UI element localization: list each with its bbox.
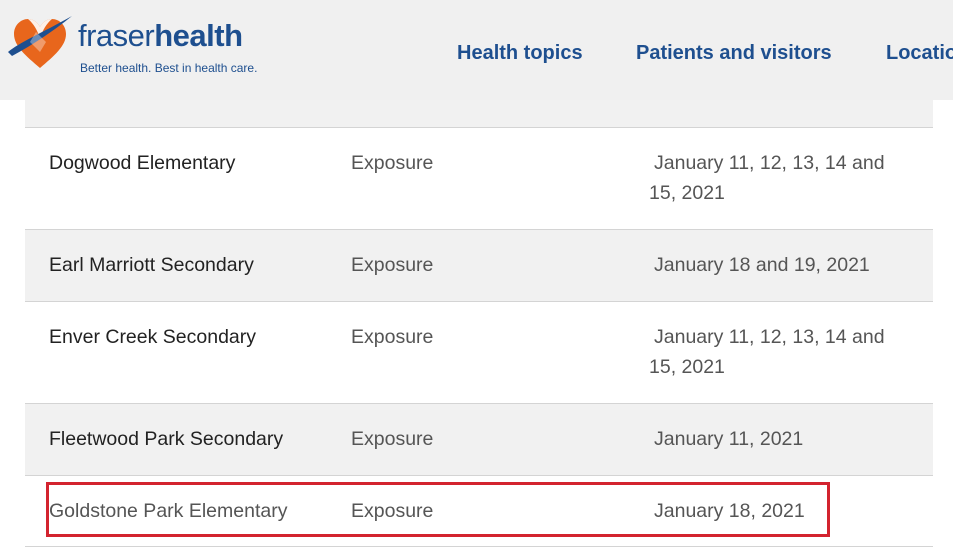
exposure-dates: January 11, 2021 — [654, 428, 804, 450]
notification-type: Exposure — [351, 152, 434, 174]
nav-locations[interactable]: Locatio — [886, 42, 953, 65]
table-row: Dogwood Elementary Exposure January 11, … — [25, 128, 933, 230]
notification-type: Exposure — [351, 254, 434, 276]
school-name: Dogwood Elementary — [49, 152, 236, 174]
table-row: Fleetwood Park Secondary Exposure Januar… — [25, 404, 933, 476]
school-name: Earl Marriott Secondary — [49, 254, 254, 276]
table-row: Earl Marriott Secondary Exposure January… — [25, 230, 933, 302]
main-nav: Health topics Patients and visitors Loca… — [0, 42, 953, 68]
exposure-dates: January 18, 2021 — [654, 500, 805, 522]
exposure-dates: January 18 and 19, 2021 — [654, 254, 870, 276]
notification-type: Exposure — [351, 428, 434, 450]
nav-health-topics[interactable]: Health topics — [457, 42, 583, 65]
nav-patients-and-visitors[interactable]: Patients and visitors — [636, 42, 832, 65]
page: Dogwood Elementary Exposure January 11, … — [0, 0, 953, 547]
school-name: Goldstone Park Elementary — [49, 500, 288, 522]
exposure-dates: January 11, 12, 13, 14 and 15, 2021 — [649, 152, 885, 204]
table-row-highlighted: Goldstone Park Elementary Exposure Janua… — [25, 476, 933, 547]
school-name: Fleetwood Park Secondary — [49, 428, 284, 450]
notification-type: Exposure — [351, 500, 434, 522]
site-header: fraserhealth Better health. Best in heal… — [0, 0, 953, 100]
school-name: Enver Creek Secondary — [49, 326, 257, 348]
notification-type: Exposure — [351, 326, 434, 348]
exposure-dates: January 11, 12, 13, 14 and 15, 2021 — [649, 326, 885, 378]
table-row: Enver Creek Secondary Exposure January 1… — [25, 302, 933, 404]
